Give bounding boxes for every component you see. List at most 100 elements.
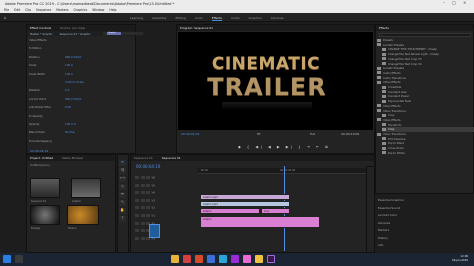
workspace-tab-learning[interactable]: Learning [130, 16, 143, 20]
eye-icon[interactable] [146, 198, 150, 202]
ripple-edit-tool-icon[interactable]: ⟷ [119, 176, 126, 182]
sync-icon[interactable] [140, 198, 145, 202]
sync-icon[interactable] [140, 206, 145, 210]
property-value[interactable]: 0.0 [65, 88, 69, 92]
eye-icon[interactable] [146, 206, 150, 210]
track-header[interactable]: V2 [135, 206, 155, 210]
type-tool-icon[interactable]: T [119, 216, 126, 222]
eye-icon[interactable] [146, 214, 150, 217]
timeline-clip[interactable]: Graphic [200, 208, 260, 214]
sync-icon[interactable] [140, 191, 145, 195]
program-timecode[interactable]: 00;00;04;19 [181, 132, 199, 136]
lock-icon[interactable] [135, 198, 139, 202]
eye-icon[interactable] [146, 183, 150, 187]
maximize-icon[interactable]: □ [452, 0, 456, 5]
eye-icon[interactable] [146, 191, 150, 195]
eye-icon[interactable] [146, 176, 150, 179]
workspace-tab-libraries[interactable]: Libraries [271, 16, 284, 20]
timeline-clip[interactable]: Graphic [200, 216, 320, 228]
effect-property-row[interactable]: Opacity 100.0 % [29, 122, 76, 126]
tab-project[interactable]: Project: Untitled [30, 156, 53, 160]
effect-property-row[interactable]: Blend Mode Normal [29, 130, 75, 134]
side-panel-info[interactable]: Info [378, 243, 383, 248]
program-monitor-video[interactable]: CINEMATIC TRAILER [178, 32, 373, 130]
system-clock[interactable]: 12:06 06-Jan-2020 [452, 255, 468, 263]
app-icon-purple[interactable] [231, 255, 239, 263]
side-panel-history[interactable]: History [378, 236, 388, 241]
sync-icon[interactable] [140, 221, 145, 225]
lock-icon[interactable] [135, 221, 139, 225]
timeline-clip[interactable]: Graphic Light [200, 194, 290, 200]
property-value[interactable]: Uniform Scale [65, 80, 84, 84]
workspace-tab-color[interactable]: Color [195, 16, 203, 20]
effect-property-row[interactable]: Time Remapping [29, 139, 65, 143]
tab-sequence-a[interactable]: Sequence 01 [134, 156, 153, 160]
track-select-tool-icon[interactable]: ⇶ [119, 168, 126, 174]
workspace-tab-editing[interactable]: Editing [176, 16, 186, 20]
timeline-clip[interactable]: Crop [261, 208, 290, 214]
track-header[interactable]: V3 [135, 198, 155, 202]
track-header[interactable]: V1 [135, 214, 155, 218]
menu-help[interactable]: Help [109, 8, 116, 12]
workspace-tab-audio[interactable]: Audio [231, 16, 240, 20]
lock-icon[interactable] [135, 214, 139, 217]
menu-edit[interactable]: Edit [14, 8, 20, 12]
tab-media-browser[interactable]: Media Browser [62, 156, 83, 160]
project-item-thumb[interactable] [71, 178, 101, 198]
property-value[interactable]: 0.00 [65, 105, 71, 109]
timeline-ruler[interactable]: :00;00 00;00;05;00 [198, 168, 373, 174]
app-icon-blue[interactable] [207, 255, 215, 263]
master-clip-label[interactable]: Master * Graphic [30, 32, 53, 36]
app-icon-cyan[interactable] [219, 255, 227, 263]
hand-tool-icon[interactable]: ✋ [119, 208, 126, 214]
property-value[interactable]: 960.0 540.0 [65, 55, 81, 59]
property-value[interactable]: 960.0 540.0 [65, 97, 81, 101]
workspace-tab-effects[interactable]: Effects [211, 16, 222, 21]
menu-sequence[interactable]: Sequence [36, 8, 51, 12]
quality-select[interactable]: Full [310, 132, 315, 136]
side-panel-essential-graphics[interactable]: Essential Graphics [378, 198, 404, 203]
side-panel-libraries[interactable]: Libraries [378, 221, 390, 226]
track-target-highlight[interactable] [149, 224, 160, 238]
app-icon-yellow[interactable] [255, 255, 263, 263]
transport-controls[interactable]: ◆ { ◀| ◀ ▶ ▶| } ⇥ ⇤ ⧉ [238, 145, 330, 149]
mini-timeline-clip[interactable]: Graphic [107, 32, 121, 35]
menu-window[interactable]: Window [92, 8, 104, 12]
premiere-pro-icon[interactable] [267, 255, 275, 263]
workspace-tab-graphics[interactable]: Graphics [249, 16, 262, 20]
side-panel-essential-sound[interactable]: Essential Sound [378, 206, 400, 211]
property-value[interactable]: 100.0 % [65, 122, 76, 126]
property-value[interactable]: 100.0 [65, 72, 73, 76]
lock-icon[interactable] [135, 229, 139, 233]
menu-markers[interactable]: Markers [56, 8, 68, 12]
effect-property-row[interactable]: Uniform Scale [29, 80, 84, 84]
effect-controls-timecode[interactable]: 00;00;04;19 [30, 149, 48, 153]
app-icon-pink[interactable] [243, 255, 251, 263]
effect-property-row[interactable]: Scale Width 100.0 [29, 72, 73, 76]
project-item-thumb[interactable] [30, 178, 60, 198]
track-header[interactable]: V5 [135, 183, 155, 187]
property-value[interactable]: Normal [65, 130, 75, 134]
workspace-tab-assembly[interactable]: Assembly [152, 16, 166, 20]
sync-icon[interactable] [140, 214, 145, 217]
razor-tool-icon[interactable]: ◇ [119, 184, 126, 190]
windows-start-icon[interactable] [3, 255, 11, 263]
sync-icon[interactable] [140, 183, 145, 187]
lock-icon[interactable] [135, 176, 139, 179]
tab-program-monitor[interactable]: Program: Sequence 01 [180, 26, 213, 30]
effect-property-row[interactable]: Position 960.0 540.0 [29, 55, 81, 59]
zoom-select[interactable]: Fit [257, 132, 261, 136]
search-taskbar-icon[interactable] [15, 255, 23, 263]
effect-property-row[interactable]: fx Motion [29, 46, 65, 50]
project-item-thumb[interactable] [67, 205, 99, 225]
effect-property-row[interactable]: fx Opacity [29, 114, 65, 118]
effect-property-row[interactable]: Rotation 0.0 [29, 88, 69, 92]
home-icon[interactable]: ⌂ [4, 15, 7, 20]
effect-property-row[interactable]: Anti-flicker Filter 0.00 [29, 105, 71, 109]
lock-icon[interactable] [135, 191, 139, 195]
effects-tree-item[interactable]: Dip to White [382, 151, 474, 156]
effect-property-row[interactable]: Anchor Point 960.0 540.0 [29, 97, 81, 101]
tab-effects[interactable]: Effects [379, 26, 389, 30]
sync-icon[interactable] [140, 176, 145, 179]
selection-tool-icon[interactable]: ➤ [119, 160, 126, 166]
